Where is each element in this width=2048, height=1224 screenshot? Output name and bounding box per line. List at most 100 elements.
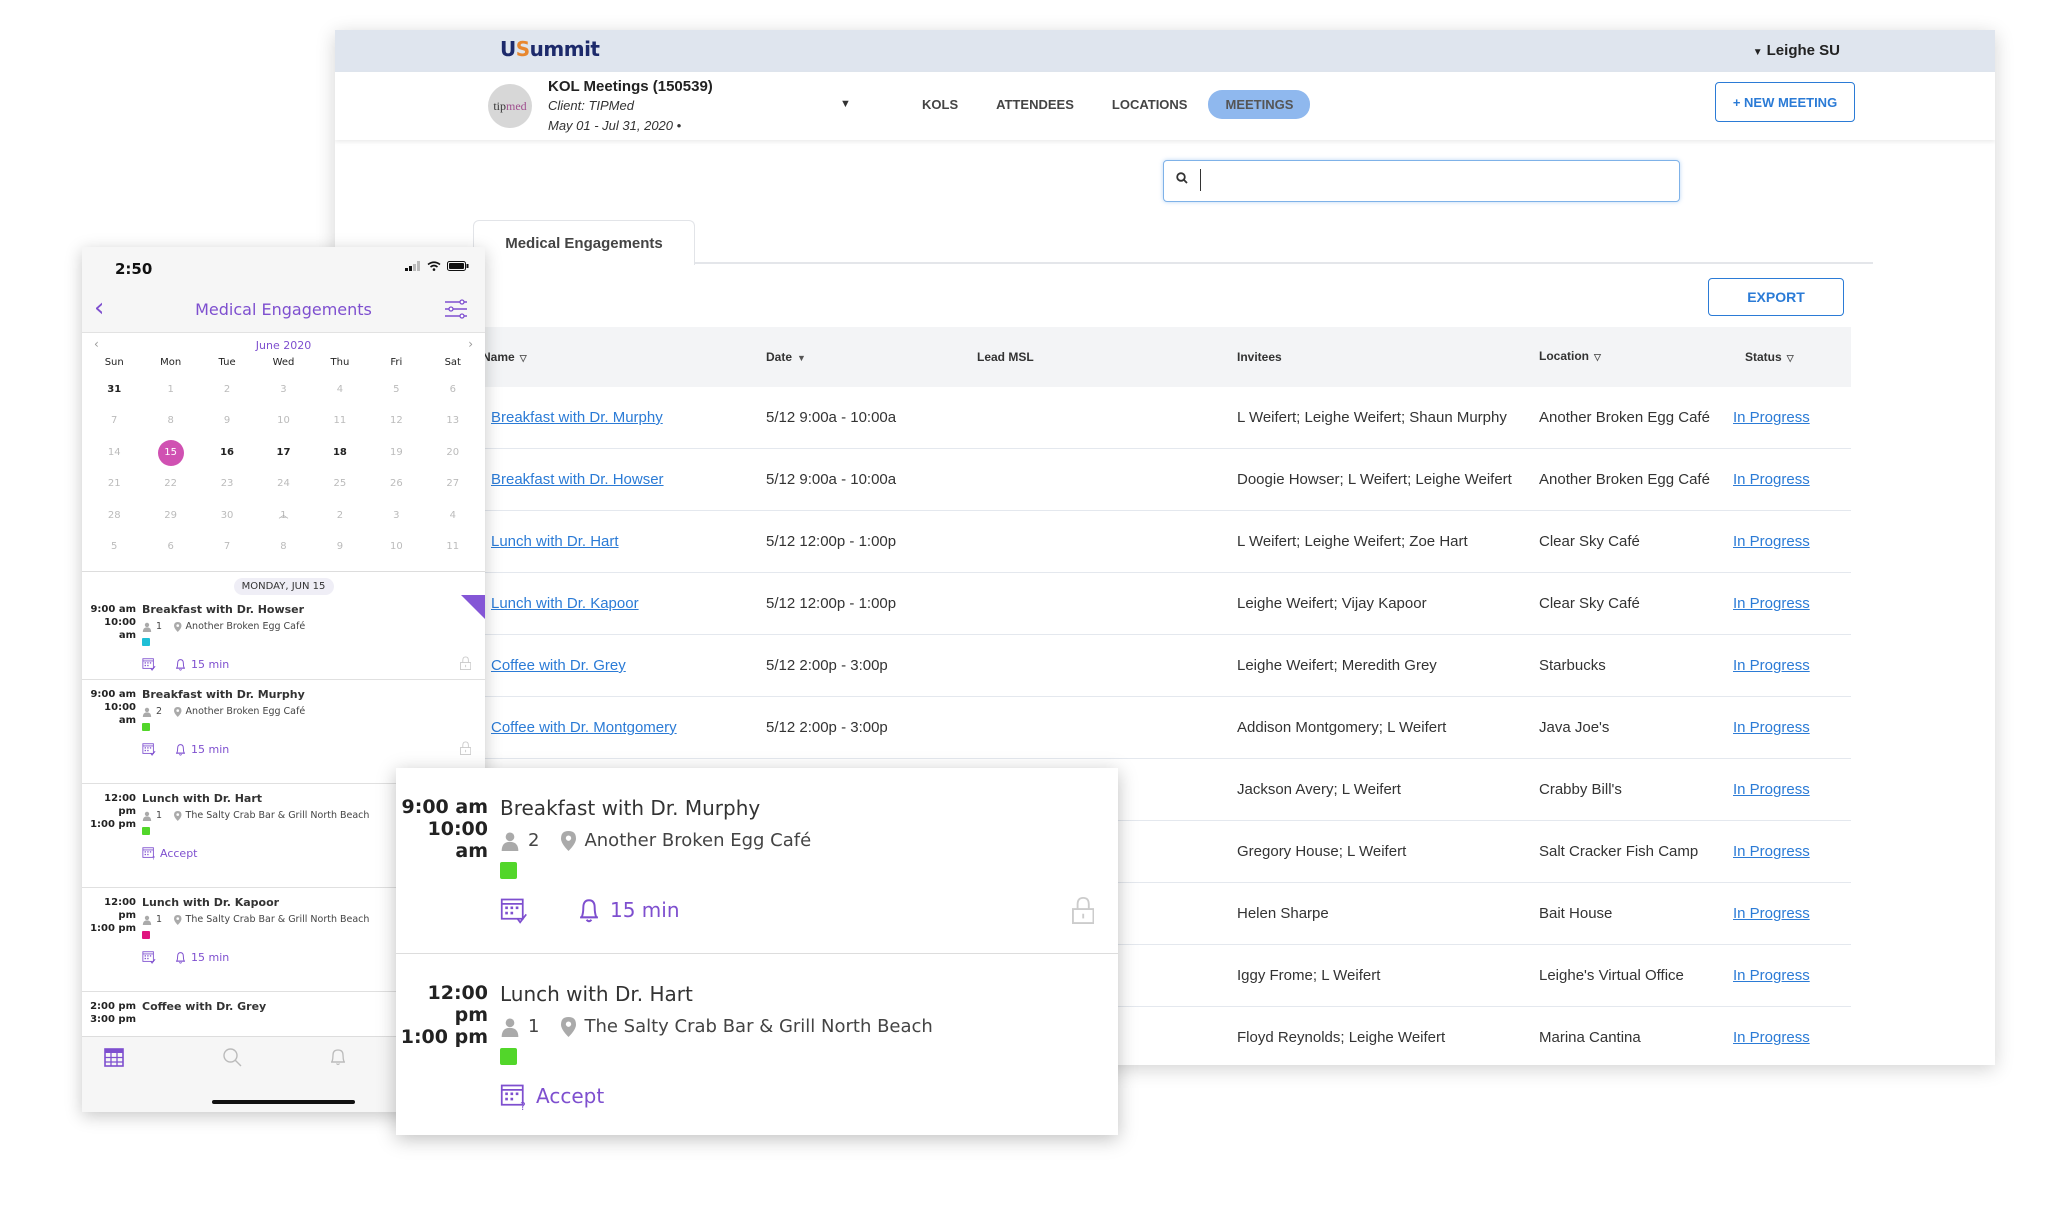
status-link[interactable]: In Progress bbox=[1733, 781, 1810, 798]
calendar-day[interactable]: 8 bbox=[142, 405, 198, 436]
reminder[interactable]: 15 min bbox=[174, 951, 229, 964]
collapse-handle-icon[interactable]: ︿ bbox=[82, 506, 485, 521]
accept-button[interactable]: ? Accept bbox=[500, 1082, 604, 1110]
notifications-tab-icon[interactable] bbox=[328, 1047, 348, 1067]
status-link[interactable]: In Progress bbox=[1733, 967, 1810, 984]
nav-meetings[interactable]: MEETINGS bbox=[1208, 90, 1311, 119]
status-link[interactable]: In Progress bbox=[1733, 533, 1810, 550]
agenda-event[interactable]: 9:00 am 10:00 am Breakfast with Dr. Howse… bbox=[82, 595, 485, 680]
calendar-day[interactable]: 6 bbox=[142, 531, 198, 562]
calendar-day[interactable]: 17 bbox=[255, 437, 311, 468]
meeting-name-link[interactable]: Breakfast with Dr. Murphy bbox=[491, 409, 663, 426]
column-header-status[interactable]: Status ▽ bbox=[1713, 350, 1851, 364]
calendar-check-icon[interactable] bbox=[142, 657, 156, 671]
bell-icon[interactable] bbox=[576, 897, 602, 923]
nav-kols[interactable]: KOLS bbox=[905, 90, 975, 119]
calendar-day[interactable]: 14 bbox=[86, 437, 142, 468]
column-header-name[interactable]: Name ▽ bbox=[473, 350, 748, 364]
table-row[interactable]: Lunch with Dr. Kapoor 5/12 12:00p - 1:00p… bbox=[473, 573, 1851, 635]
calendar-question-icon[interactable]: ? bbox=[500, 1082, 528, 1110]
zoomed-agenda-event[interactable]: 12:00 pm 1:00 pm Lunch with Dr. Hart 1 The… bbox=[396, 954, 1118, 1134]
calendar-day[interactable]: 11 bbox=[312, 405, 368, 436]
usummit-logo[interactable]: USummit bbox=[500, 37, 600, 61]
bell-icon[interactable] bbox=[174, 743, 187, 756]
calendar-day[interactable]: 13 bbox=[425, 405, 481, 436]
calendar-day[interactable]: 1 bbox=[142, 374, 198, 405]
calendar-day[interactable]: 26 bbox=[368, 468, 424, 499]
add-attendee-badge-icon[interactable] bbox=[461, 595, 485, 619]
tab-medical-engagements[interactable]: Medical Engagements bbox=[473, 220, 695, 265]
sort-icon[interactable]: ▽ bbox=[1787, 353, 1794, 363]
table-row[interactable]: Coffee with Dr. Grey 5/12 2:00p - 3:00p Le… bbox=[473, 635, 1851, 697]
nav-locations[interactable]: LOCATIONS bbox=[1095, 90, 1205, 119]
user-menu[interactable]: ▼ Leighe SU bbox=[1753, 42, 1840, 59]
calendar-tab-icon[interactable] bbox=[104, 1047, 124, 1067]
calendar-day[interactable]: 8 bbox=[255, 531, 311, 562]
table-row[interactable]: Coffee with Dr. Montgomery 5/12 2:00p - 3… bbox=[473, 697, 1851, 759]
calendar-day[interactable]: 2 bbox=[199, 374, 255, 405]
calendar-day[interactable]: 11 bbox=[425, 531, 481, 562]
calendar-day[interactable]: 18 bbox=[312, 437, 368, 468]
calendar-day[interactable]: 7 bbox=[86, 405, 142, 436]
reminder[interactable]: 15 min bbox=[174, 743, 229, 756]
calendar-day[interactable]: 19 bbox=[368, 437, 424, 468]
reminder[interactable]: 15 min bbox=[576, 897, 680, 923]
calendar-day[interactable]: 21 bbox=[86, 468, 142, 499]
calendar-day[interactable]: 23 bbox=[199, 468, 255, 499]
search-field[interactable] bbox=[1163, 160, 1680, 202]
calendar-day[interactable]: 9 bbox=[312, 531, 368, 562]
status-link[interactable]: In Progress bbox=[1733, 471, 1810, 488]
calendar-day[interactable]: 3 bbox=[255, 374, 311, 405]
zoomed-agenda-event[interactable]: 9:00 am 10:00 am Breakfast with Dr. Murph… bbox=[396, 768, 1118, 954]
calendar-day-selected[interactable]: 15 bbox=[142, 437, 198, 468]
calendar-day[interactable]: 27 bbox=[425, 468, 481, 499]
status-link[interactable]: In Progress bbox=[1733, 1029, 1810, 1046]
calendar-check-icon[interactable] bbox=[142, 742, 156, 756]
calendar-day[interactable]: 31 bbox=[86, 374, 142, 405]
new-meeting-button[interactable]: + NEW MEETING bbox=[1715, 82, 1855, 122]
sort-icon[interactable]: ▽ bbox=[520, 353, 527, 363]
calendar-day[interactable]: 22 bbox=[142, 468, 198, 499]
calendar-day[interactable]: 5 bbox=[368, 374, 424, 405]
prev-month-icon[interactable]: ‹ bbox=[94, 337, 99, 351]
search-input[interactable] bbox=[1200, 169, 1665, 191]
meeting-name-link[interactable]: Breakfast with Dr. Howser bbox=[491, 471, 664, 488]
calendar-day[interactable]: 6 bbox=[425, 374, 481, 405]
calendar-day[interactable]: 12 bbox=[368, 405, 424, 436]
calendar-day[interactable]: 16 bbox=[199, 437, 255, 468]
table-row[interactable]: Lunch with Dr. Hart 5/12 12:00p - 1:00p L … bbox=[473, 511, 1851, 573]
calendar-check-icon[interactable] bbox=[500, 896, 528, 924]
project-dropdown-icon[interactable]: ▼ bbox=[840, 98, 851, 110]
calendar-day[interactable]: 20 bbox=[425, 437, 481, 468]
calendar-day[interactable]: 9 bbox=[199, 405, 255, 436]
bell-icon[interactable] bbox=[174, 951, 187, 964]
nav-attendees[interactable]: ATTENDEES bbox=[979, 90, 1091, 119]
search-tab-icon[interactable] bbox=[222, 1047, 242, 1067]
status-link[interactable]: In Progress bbox=[1733, 905, 1810, 922]
meeting-name-link[interactable]: Coffee with Dr. Montgomery bbox=[491, 719, 677, 736]
meeting-name-link[interactable]: Lunch with Dr. Kapoor bbox=[491, 595, 639, 612]
sort-icon[interactable]: ▽ bbox=[1594, 352, 1601, 362]
filter-sliders-icon[interactable] bbox=[445, 299, 467, 319]
calendar-day[interactable]: 10 bbox=[368, 531, 424, 562]
meeting-name-link[interactable]: Coffee with Dr. Grey bbox=[491, 657, 626, 674]
column-header-location[interactable]: Location ▽ bbox=[1523, 345, 1713, 369]
accept-button[interactable]: ? Accept bbox=[142, 846, 198, 860]
calendar-check-icon[interactable] bbox=[142, 950, 156, 964]
table-row[interactable]: Breakfast with Dr. Murphy 5/12 9:00a - 10… bbox=[473, 387, 1851, 449]
column-header-date[interactable]: Date ▼ bbox=[748, 350, 963, 364]
calendar-day[interactable]: 10 bbox=[255, 405, 311, 436]
export-button[interactable]: EXPORT bbox=[1708, 278, 1844, 316]
meeting-name-link[interactable]: Lunch with Dr. Hart bbox=[491, 533, 619, 550]
sort-icon[interactable]: ▼ bbox=[797, 353, 806, 363]
table-row[interactable]: Breakfast with Dr. Howser 5/12 9:00a - 10… bbox=[473, 449, 1851, 511]
status-link[interactable]: In Progress bbox=[1733, 595, 1810, 612]
status-link[interactable]: In Progress bbox=[1733, 719, 1810, 736]
calendar-day[interactable]: 7 bbox=[199, 531, 255, 562]
calendar-day[interactable]: 25 bbox=[312, 468, 368, 499]
bell-icon[interactable] bbox=[174, 658, 187, 671]
calendar-day[interactable]: 24 bbox=[255, 468, 311, 499]
status-link[interactable]: In Progress bbox=[1733, 657, 1810, 674]
calendar-day[interactable]: 4 bbox=[312, 374, 368, 405]
status-link[interactable]: In Progress bbox=[1733, 843, 1810, 860]
